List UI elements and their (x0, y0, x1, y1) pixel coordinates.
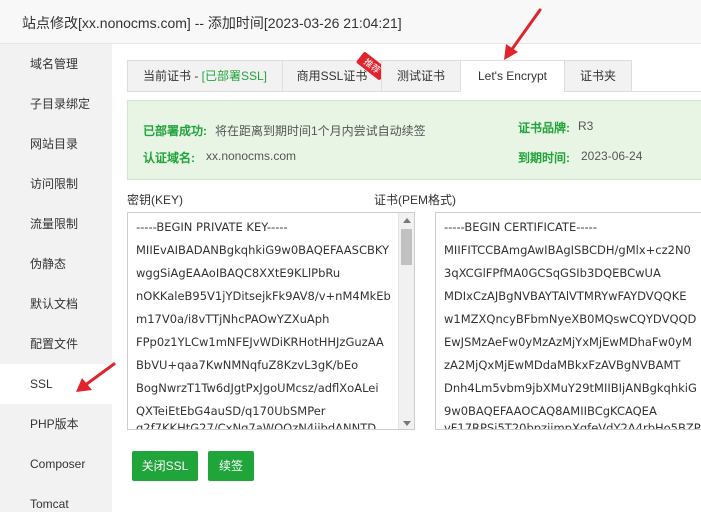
sidebar-item-subdirectory[interactable]: 子目录绑定 (0, 84, 112, 124)
cert-line: -----BEGIN CERTIFICATE----- (444, 220, 597, 234)
window-title: 站点修改[xx.nonocms.com] -- 添加时间[2023-03-26 … (22, 15, 402, 31)
tab-cert-folder[interactable]: 证书夹 (564, 60, 632, 92)
sidebar-item-rewrite[interactable]: 伪静态 (0, 244, 112, 284)
annotation-arrow-icon (76, 362, 116, 392)
sidebar-item-site-directory[interactable]: 网站目录 (0, 124, 112, 164)
tab-current-cert-label: 当前证书 - (142, 69, 202, 83)
cert-line: 9w0BAQEFAAOCAQ8AMIIBCgKCAQEA (444, 404, 657, 418)
sidebar-item-php-version[interactable]: PHP版本 (0, 404, 112, 444)
tab-commercial-ssl-label: 商用SSL证书 (296, 69, 368, 83)
renew-button[interactable]: 续签 (208, 451, 254, 481)
annotation-arrow-icon (504, 8, 542, 60)
key-line: MIIEvAIBADANBgkqhkiG9w0BAQEFAASCBKY (136, 243, 390, 257)
key-line: wggSiAgEAAoIBAQC8XXtE9KLlPbRu (136, 266, 341, 280)
key-line: -----BEGIN PRIVATE KEY----- (136, 220, 288, 234)
domain-label: 认证域名: (143, 151, 195, 165)
tab-test-cert[interactable]: 测试证书 (381, 60, 461, 92)
certificate-textarea[interactable]: -----BEGIN CERTIFICATE----- MIIFITCCBAmg… (435, 212, 701, 430)
tab-lets-encrypt[interactable]: Let's Encrypt (460, 60, 565, 92)
close-ssl-button[interactable]: 关闭SSL (132, 451, 198, 481)
sidebar-item-domains[interactable]: 域名管理 (0, 44, 112, 84)
scroll-up-arrow-icon[interactable] (403, 218, 411, 223)
tab-current-cert-status: [已部署SSL] (201, 69, 268, 83)
brand-value: R3 (578, 119, 594, 133)
cert-line: MIIFITCCBAmgAwIBAgISBCDH/gMlx+cz2N0 (444, 243, 691, 257)
cert-label: 证书(PEM格式) (374, 193, 456, 207)
sidebar-item-composer[interactable]: Composer (0, 444, 112, 484)
expiry-label: 到期时间: (518, 151, 570, 165)
title-bar: 站点修改[xx.nonocms.com] -- 添加时间[2023-03-26 … (0, 0, 701, 44)
private-key-textarea[interactable]: -----BEGIN PRIVATE KEY----- MIIEvAIBADAN… (127, 212, 415, 430)
key-line: BogNwrzT1Tw6dJgtPxJgoUMcsz/adflXoALei (136, 381, 379, 395)
sidebar-item-default-doc[interactable]: 默认文档 (0, 284, 112, 324)
cert-line: w1MZXQncyBFbmNyeXB0MQswCQYDVQQD (444, 312, 697, 326)
brand-label: 证书品牌: (518, 121, 570, 135)
sidebar-item-access-limit[interactable]: 访问限制 (0, 164, 112, 204)
key-line: g2f7KKHtG27/CxNq7aWOQzN4ijbdANNTD (136, 421, 377, 430)
deployed-label: 已部署成功: (143, 124, 207, 138)
cert-line: EwJSMzAeFw0yMzAzMjYxMjEwMDhaFw0yM (444, 335, 692, 349)
key-line: m17V0a/i8vTTjNhcPAOwYZXuAph (136, 312, 330, 326)
cert-line: vF17RPSi5T20bpziimpXqfeVdY2A4rbHo5BZP (444, 421, 701, 430)
sidebar-item-tomcat[interactable]: Tomcat (0, 484, 112, 512)
key-line: nOKKaleB95V1jYDitsejkFk9AV8/v+nM4MkEb (136, 289, 391, 303)
tab-current-cert[interactable]: 当前证书 - [已部署SSL] (127, 60, 283, 92)
tab-commercial-ssl[interactable]: 商用SSL证书 推荐 (282, 51, 389, 92)
key-line: FPp0z1YLCw1mNFEJvWDiKRHotHHJzGuzAA (136, 335, 384, 349)
sidebar: 域名管理 子目录绑定 网站目录 访问限制 流量限制 伪静态 默认文档 配置文件 … (0, 44, 112, 512)
key-label: 密钥(KEY) (127, 193, 184, 207)
sidebar-item-traffic-limit[interactable]: 流量限制 (0, 204, 112, 244)
key-line: BbVU+qaa7KwNMNqfuZ8KzvL3gK/bEo (136, 358, 359, 372)
deployed-text: 将在距离到期时间1个月内尝试自动续签 (215, 124, 426, 138)
scroll-down-arrow-icon[interactable] (403, 421, 411, 426)
key-scrollbar[interactable] (398, 213, 414, 429)
cert-line: zA2MjQxMjEwMDdaMBkxFzAVBgNVBAMT (444, 358, 681, 372)
scroll-thumb[interactable] (401, 229, 412, 265)
cert-line: Dnh4Lm5vbm9jbXMuY29tMIIBIjANBgkqhkiG (444, 381, 697, 395)
sidebar-item-config-file[interactable]: 配置文件 (0, 324, 112, 364)
cert-line: MDIxCzAJBgNVBAYTAlVTMRYwFAYDVQQKE (444, 289, 687, 303)
cert-line: 3qXCGlFPfMA0GCSqGSIb3DQEBCwUA (444, 266, 661, 280)
expiry-value: 2023-06-24 (581, 149, 643, 163)
ssl-status-box: 已部署成功: 将在距离到期时间1个月内尝试自动续签 认证域名: xx.nonoc… (127, 100, 701, 180)
ssl-tabs: 当前证书 - [已部署SSL] 商用SSL证书 推荐 测试证书 Let's En… (127, 51, 701, 92)
domain-value: xx.nonocms.com (206, 149, 297, 163)
key-line: QXTeiEtEbG4auSD/q170UbSMPer (136, 404, 326, 418)
